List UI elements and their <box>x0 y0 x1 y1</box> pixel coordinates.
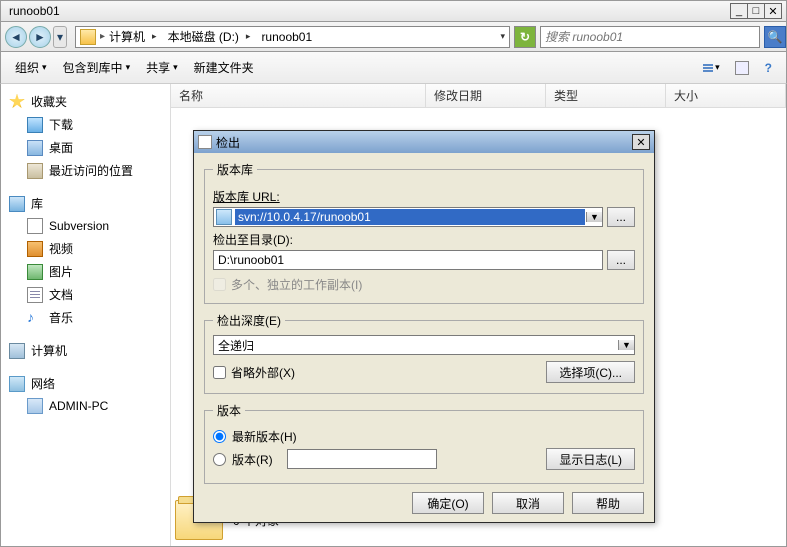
specific-revision-radio[interactable] <box>213 453 226 466</box>
share-menu[interactable]: 共享 ▾ <box>140 57 184 78</box>
repository-group: 版本库 版本库 URL: svn://10.0.4.17/runoob01 ▼ … <box>204 161 644 304</box>
chevron-down-icon[interactable]: ▼ <box>586 212 602 222</box>
revision-group: 版本 最新版本(H) 版本(R) 显示日志(L) <box>204 402 644 484</box>
repository-legend: 版本库 <box>213 161 257 178</box>
breadcrumb-drive[interactable]: 本地磁盘 (D:) ▸ <box>164 28 258 45</box>
breadcrumb-dropdown[interactable]: ▾ <box>496 27 509 46</box>
sidebar-libraries[interactable]: 库 <box>5 192 166 215</box>
svn-icon <box>27 218 43 234</box>
omit-externals-label: 省略外部(X) <box>231 364 295 381</box>
revision-legend: 版本 <box>213 402 245 419</box>
breadcrumb-folder[interactable]: runoob01 <box>257 30 316 44</box>
breadcrumb-bar[interactable]: ▸ 计算机 ▸ 本地磁盘 (D:) ▸ runoob01 ▾ <box>75 26 510 48</box>
dialog-close-button[interactable]: ✕ <box>632 134 650 150</box>
column-type[interactable]: 类型 <box>546 84 666 107</box>
omit-externals-checkbox[interactable] <box>213 366 226 379</box>
revision-input[interactable] <box>287 449 437 469</box>
multi-copies-checkbox <box>213 278 226 291</box>
sidebar-downloads[interactable]: 下载 <box>5 113 166 136</box>
network-icon <box>9 376 25 392</box>
choose-items-button[interactable]: 选择项(C)... <box>546 361 635 383</box>
depth-value: 全递归 <box>214 336 618 355</box>
repo-browse-button[interactable]: ... <box>607 207 635 227</box>
repo-url-label: 版本库 URL: <box>213 188 635 205</box>
nav-back-button[interactable]: ◄ <box>5 26 27 48</box>
download-icon <box>27 117 43 133</box>
picture-icon <box>27 264 43 280</box>
sidebar-subversion[interactable]: Subversion <box>5 215 166 237</box>
checkout-dir-label: 检出至目录(D): <box>213 231 635 248</box>
document-icon <box>27 287 43 303</box>
sidebar-recent[interactable]: 最近访问的位置 <box>5 159 166 182</box>
sidebar-pictures[interactable]: 图片 <box>5 260 166 283</box>
help-button[interactable]: ? <box>759 59 778 77</box>
explorer-toolbar: 组织 ▾ 包含到库中 ▾ 共享 ▾ 新建文件夹 ▾ ? <box>0 52 787 84</box>
window-titlebar: runoob01 _ □ ✕ <box>0 0 787 22</box>
sidebar-favorites[interactable]: 收藏夹 <box>5 90 166 113</box>
sidebar-admin-pc[interactable]: ADMIN-PC <box>5 395 166 417</box>
navigation-sidebar: 收藏夹 下载 桌面 最近访问的位置 库 Subversion 视频 图片 文档 … <box>1 84 171 546</box>
folder-icon <box>80 29 96 45</box>
cancel-button[interactable]: 取消 <box>492 492 564 514</box>
window-title: runoob01 <box>5 4 731 18</box>
sidebar-desktop[interactable]: 桌面 <box>5 136 166 159</box>
sidebar-music[interactable]: ♪音乐 <box>5 306 166 329</box>
column-size[interactable]: 大小 <box>666 84 786 107</box>
library-icon <box>9 196 25 212</box>
video-icon <box>27 241 43 257</box>
sidebar-computer[interactable]: 计算机 <box>5 339 166 362</box>
head-revision-radio[interactable] <box>213 430 226 443</box>
search-input[interactable] <box>541 30 759 44</box>
address-toolbar: ◄ ► ▾ ▸ 计算机 ▸ 本地磁盘 (D:) ▸ runoob01 ▾ ↻ 🔍 <box>0 22 787 52</box>
depth-combo[interactable]: 全递归 ▼ <box>213 335 635 355</box>
breadcrumb-computer[interactable]: 计算机 ▸ <box>105 28 164 45</box>
refresh-button[interactable]: ↻ <box>514 26 536 48</box>
repo-url-value: svn://10.0.4.17/runoob01 <box>235 209 585 225</box>
checkout-dir-input[interactable] <box>213 250 603 270</box>
chevron-down-icon[interactable]: ▼ <box>618 340 634 350</box>
recent-icon <box>27 163 43 179</box>
search-button[interactable]: 🔍 <box>764 26 786 48</box>
new-folder-button[interactable]: 新建文件夹 <box>188 57 260 78</box>
computer-icon <box>9 343 25 359</box>
sidebar-network[interactable]: 网络 <box>5 372 166 395</box>
nav-forward-button[interactable]: ► <box>29 26 51 48</box>
desktop-icon <box>27 140 43 156</box>
maximize-button[interactable]: □ <box>747 3 765 19</box>
preview-pane-button[interactable] <box>729 59 755 77</box>
folder-small-icon <box>216 209 232 225</box>
repo-url-combo[interactable]: svn://10.0.4.17/runoob01 ▼ <box>213 207 603 227</box>
sidebar-video[interactable]: 视频 <box>5 237 166 260</box>
music-icon: ♪ <box>27 310 43 326</box>
nav-history-dropdown[interactable]: ▾ <box>53 26 67 48</box>
depth-group: 检出深度(E) 全递归 ▼ 省略外部(X) 选择项(C)... <box>204 312 644 394</box>
minimize-button[interactable]: _ <box>730 3 748 19</box>
column-name[interactable]: 名称 <box>171 84 426 107</box>
column-modified[interactable]: 修改日期 <box>426 84 546 107</box>
depth-legend: 检出深度(E) <box>213 312 285 329</box>
dir-browse-button[interactable]: ... <box>607 250 635 270</box>
include-in-library-menu[interactable]: 包含到库中 ▾ <box>57 57 137 78</box>
multi-copies-checkbox-row: 多个、独立的工作副本(I) <box>213 276 635 293</box>
close-button[interactable]: ✕ <box>764 3 782 19</box>
show-log-button[interactable]: 显示日志(L) <box>546 448 635 470</box>
specific-revision-label: 版本(R) <box>232 451 273 468</box>
dialog-titlebar[interactable]: 检出 ✕ <box>194 131 654 153</box>
search-box[interactable] <box>540 26 760 48</box>
ok-button[interactable]: 确定(O) <box>412 492 484 514</box>
column-headers: 名称 修改日期 类型 大小 <box>171 84 786 108</box>
head-revision-label: 最新版本(H) <box>232 428 297 445</box>
help-button[interactable]: 帮助 <box>572 492 644 514</box>
checkout-dialog: 检出 ✕ 版本库 版本库 URL: svn://10.0.4.17/runoob… <box>193 130 655 523</box>
view-mode-button[interactable]: ▾ <box>698 59 725 76</box>
sidebar-documents[interactable]: 文档 <box>5 283 166 306</box>
pc-icon <box>27 398 43 414</box>
checkout-icon <box>198 135 212 149</box>
star-icon <box>9 94 25 110</box>
organize-menu[interactable]: 组织 ▾ <box>9 57 53 78</box>
dialog-title: 检出 <box>212 134 632 151</box>
